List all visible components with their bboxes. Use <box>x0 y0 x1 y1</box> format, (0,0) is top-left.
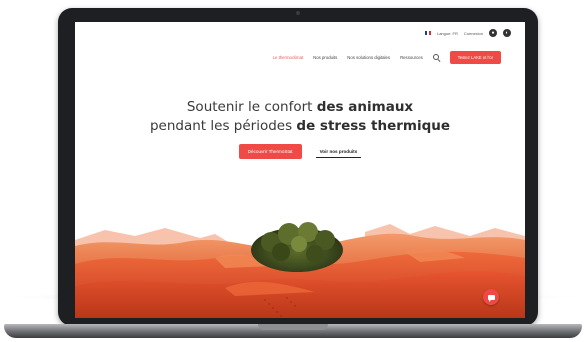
nav-item-solutions[interactable]: Nos solutions digitales <box>347 55 390 60</box>
nav-item-produits[interactable]: Nos produits <box>313 55 337 60</box>
hero-title: Soutenir le confort des animaux pendant … <box>75 98 525 136</box>
flag-icon <box>424 31 431 35</box>
hero-title-line2-bold: de stress thermique <box>296 118 451 134</box>
chat-icon <box>487 294 495 302</box>
utility-bar: Langue: FR Connexion ● ◐ <box>424 28 511 38</box>
website-screen: Langue: FR Connexion ● ◐ Le thermoclimat… <box>75 22 525 318</box>
desert-hero-image <box>75 206 525 318</box>
desert-landscape-illustration <box>75 206 525 318</box>
laptop-notch <box>258 324 328 330</box>
user-icon[interactable]: ● <box>489 29 497 37</box>
discover-button[interactable]: Découvrir ThermoStat <box>238 144 302 159</box>
nav-cta-button[interactable]: Testez LAKE et l'or <box>449 50 501 64</box>
hero-title-line1-light: Soutenir le confort <box>186 99 313 115</box>
camera-icon <box>296 11 300 15</box>
hero-title-line1: Soutenir le confort des animaux <box>75 98 525 117</box>
products-link[interactable]: Voir nos produits <box>315 146 362 158</box>
search-icon[interactable] <box>432 53 440 61</box>
globe-icon[interactable]: ◐ <box>503 29 511 37</box>
hero-title-line1-bold: des animaux <box>316 99 414 115</box>
nav-item-thermoclimat[interactable]: Le thermoclimat <box>273 55 304 60</box>
chat-button[interactable] <box>483 289 499 305</box>
hero-title-line2-light: pendant les périodes <box>149 118 293 134</box>
language-selector[interactable]: Langue: FR <box>437 31 458 36</box>
hero-buttons: Découvrir ThermoStat Voir nos produits <box>75 144 525 159</box>
main-navigation: Le thermoclimat Nos produits Nos solutio… <box>75 46 525 68</box>
login-link[interactable]: Connexion <box>464 31 483 36</box>
nav-item-ressources[interactable]: Ressources <box>400 55 423 60</box>
hero-title-line2: pendant les périodes de stress thermique <box>75 117 525 136</box>
